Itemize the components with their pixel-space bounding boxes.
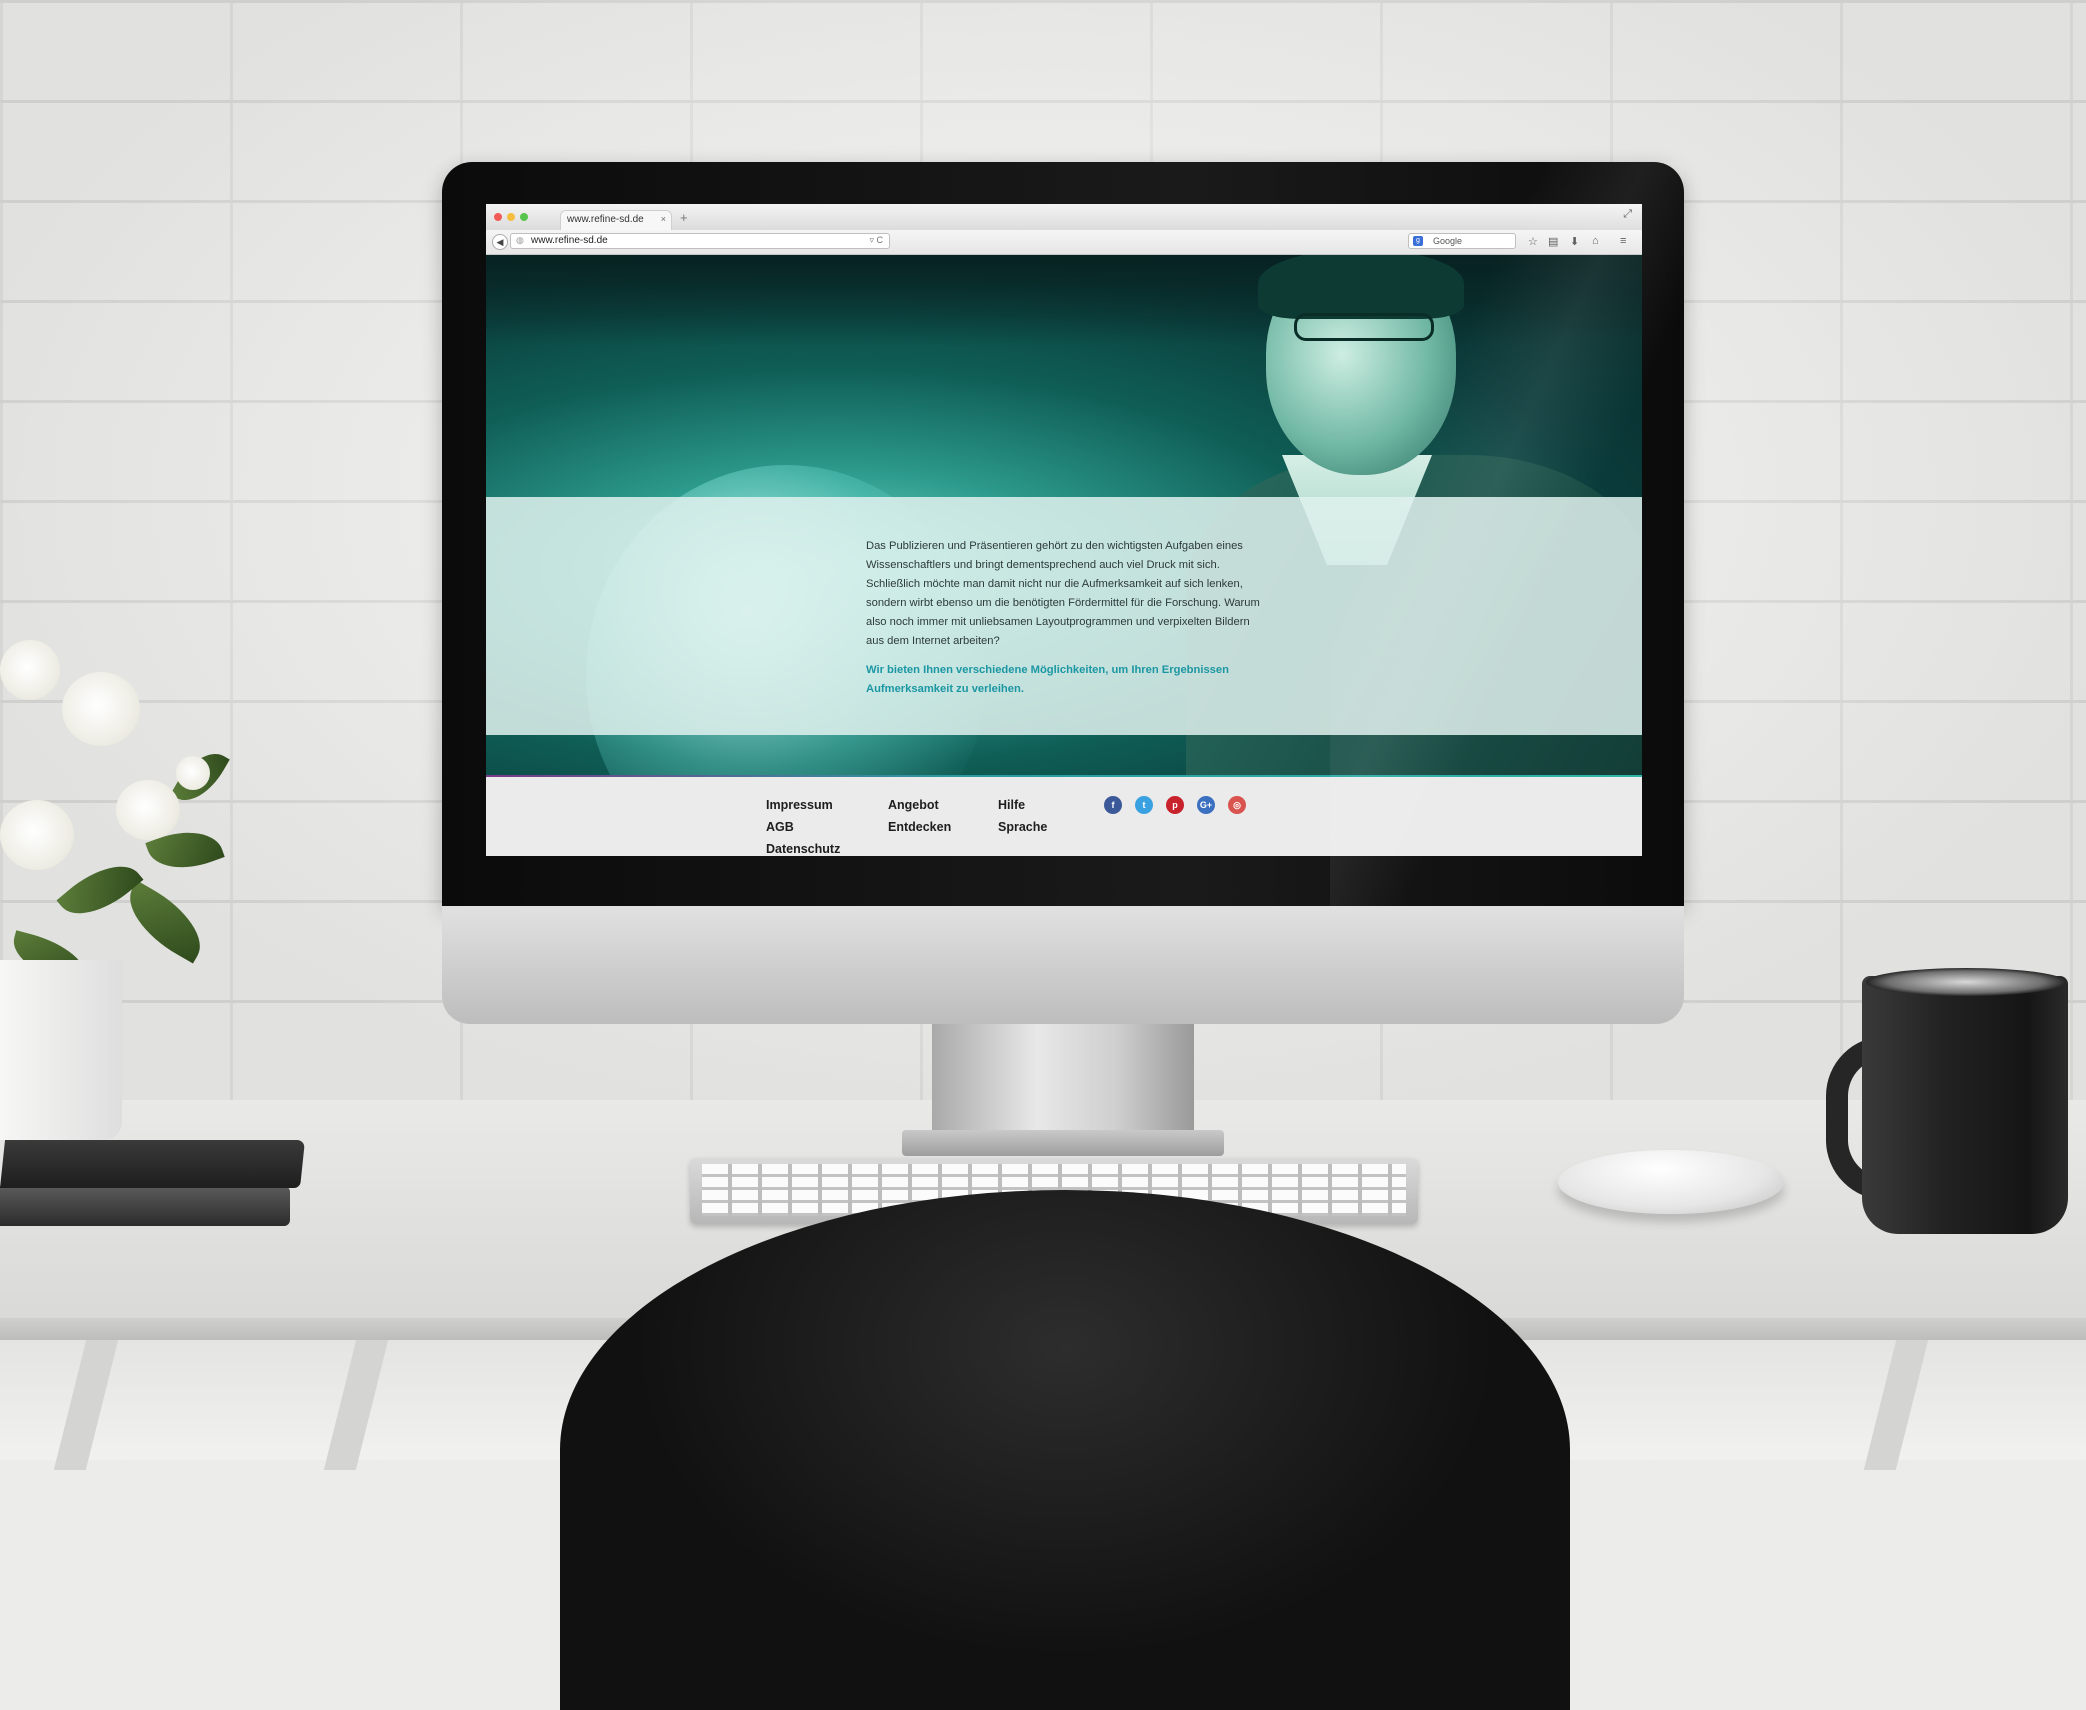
monitor-base — [902, 1130, 1224, 1156]
bookmark-star-icon[interactable]: ☆ — [1528, 235, 1538, 248]
hero-lead-text: Wir bieten Ihnen verschiedene Möglichkei… — [866, 664, 1229, 695]
instagram-icon[interactable]: ◎ — [1228, 796, 1246, 814]
site-identity-icon[interactable]: ◍ — [516, 235, 524, 246]
pinterest-icon[interactable]: p — [1166, 796, 1184, 814]
footer-link-datenschutz[interactable]: Datenschutz — [766, 838, 840, 856]
navigation-toolbar: ◀ ◍ www.refine-sd.de ▿ C g Google ☆ ▤ ⬇ … — [486, 230, 1642, 255]
monitor-chin — [442, 906, 1684, 1024]
tab-title: www.refine-sd.de — [567, 214, 644, 225]
social-links: f t p G+ ◎ — [1104, 796, 1246, 814]
hero-divider — [486, 775, 1642, 777]
search-engine-icon[interactable]: g — [1413, 236, 1423, 246]
twitter-icon[interactable]: t — [1135, 796, 1153, 814]
address-bar[interactable]: ◍ www.refine-sd.de ▿ C — [510, 233, 890, 249]
footer-column-legal: Impressum AGB Datenschutz — [766, 794, 840, 856]
browser-window: www.refine-sd.de × + ⤢ ◀ ◍ www.refine-sd… — [486, 204, 1642, 856]
footer-link-angebot[interactable]: Angebot — [888, 794, 951, 816]
googleplus-icon[interactable]: G+ — [1197, 796, 1215, 814]
reading-list-icon[interactable]: ▤ — [1548, 235, 1558, 248]
search-box[interactable]: g Google — [1408, 233, 1516, 249]
footer-link-sprache[interactable]: Sprache — [998, 816, 1047, 838]
home-icon[interactable]: ⌂ — [1592, 235, 1599, 247]
minimize-window-button[interactable] — [507, 213, 515, 221]
search-placeholder: Google — [1433, 236, 1463, 246]
zoom-window-button[interactable] — [520, 213, 528, 221]
footer-link-agb[interactable]: AGB — [766, 816, 840, 838]
back-button[interactable]: ◀ — [492, 234, 508, 250]
site-footer: Impressum AGB Datenschutz Angebot Entdec… — [486, 778, 1642, 856]
downloads-icon[interactable]: ⬇ — [1570, 235, 1579, 248]
footer-column-help: Hilfe Sprache — [998, 794, 1047, 838]
footer-link-entdecken[interactable]: Entdecken — [888, 816, 951, 838]
mouse — [1558, 1150, 1784, 1214]
browser-tab[interactable]: www.refine-sd.de × — [560, 210, 672, 230]
monitor-stand — [932, 1024, 1194, 1144]
hero-body-text: Das Publizieren und Präsentieren gehört … — [866, 540, 1260, 647]
url-text: www.refine-sd.de — [531, 235, 608, 246]
footer-link-impressum[interactable]: Impressum — [766, 794, 840, 816]
menu-icon[interactable]: ≡ — [1620, 235, 1626, 247]
fullscreen-icon[interactable]: ⤢ — [1623, 208, 1632, 221]
facebook-icon[interactable]: f — [1104, 796, 1122, 814]
office-chair — [560, 1190, 1570, 1710]
tab-bar: www.refine-sd.de × + ⤢ — [486, 204, 1642, 230]
footer-column-offer: Angebot Entdecken — [888, 794, 951, 838]
window-controls — [494, 213, 528, 221]
close-window-button[interactable] — [494, 213, 502, 221]
footer-link-hilfe[interactable]: Hilfe — [998, 794, 1047, 816]
close-tab-icon[interactable]: × — [661, 214, 666, 224]
reload-icon[interactable]: ▿ C — [869, 235, 883, 246]
new-tab-button[interactable]: + — [680, 210, 688, 225]
hero-section: Das Publizieren und Präsentieren gehört … — [486, 255, 1642, 777]
